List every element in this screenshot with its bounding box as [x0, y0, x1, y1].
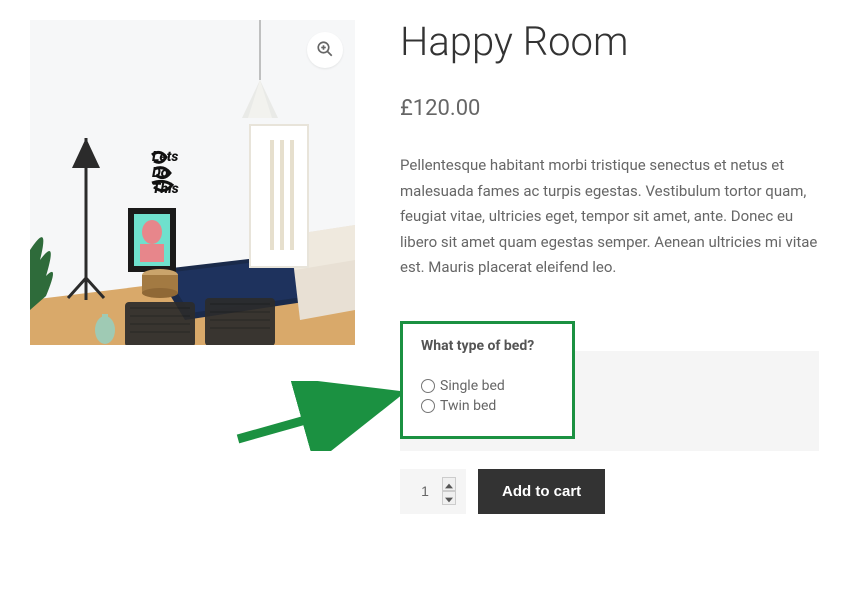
option-label: What type of bed? — [421, 338, 554, 354]
quantity-stepper — [442, 477, 456, 505]
chevron-up-icon — [445, 477, 453, 492]
radio-option-twin: Twin bed — [421, 398, 554, 414]
svg-text:This: This — [152, 181, 179, 197]
product-title: Happy Room — [400, 20, 819, 64]
radio-twin-bed[interactable] — [421, 399, 435, 413]
quantity-increase-button[interactable] — [442, 477, 456, 491]
radio-option-single: Single bed — [421, 378, 554, 394]
zoom-button[interactable] — [307, 32, 343, 68]
product-info: Happy Room £120.00 Pellentesque habitant… — [400, 20, 819, 514]
currency-symbol: £ — [400, 96, 413, 121]
svg-text:Do: Do — [152, 165, 169, 181]
quantity-wrapper — [400, 469, 466, 514]
radio-single-label[interactable]: Single bed — [440, 378, 505, 394]
product-options: What type of bed? Single bed Twin bed — [400, 321, 819, 439]
add-to-cart-button[interactable]: Add to cart — [478, 469, 605, 514]
callout-arrow-icon — [230, 381, 400, 455]
quantity-decrease-button[interactable] — [442, 491, 456, 505]
product-image[interactable]: Lets Do This — [30, 20, 355, 345]
zoom-in-icon — [316, 40, 334, 61]
radio-single-bed[interactable] — [421, 379, 435, 393]
product-container: Lets Do This — [30, 20, 819, 514]
quantity-input[interactable] — [410, 477, 440, 505]
radio-twin-label[interactable]: Twin bed — [440, 398, 496, 414]
price-value: 120.00 — [413, 96, 481, 121]
svg-text:Lets: Lets — [152, 149, 178, 165]
chevron-down-icon — [445, 491, 453, 506]
product-description: Pellentesque habitant morbi tristique se… — [400, 153, 819, 281]
product-price: £120.00 — [400, 96, 819, 121]
cart-row: Add to cart — [400, 469, 819, 514]
bed-type-option-box: What type of bed? Single bed Twin bed — [400, 321, 575, 439]
